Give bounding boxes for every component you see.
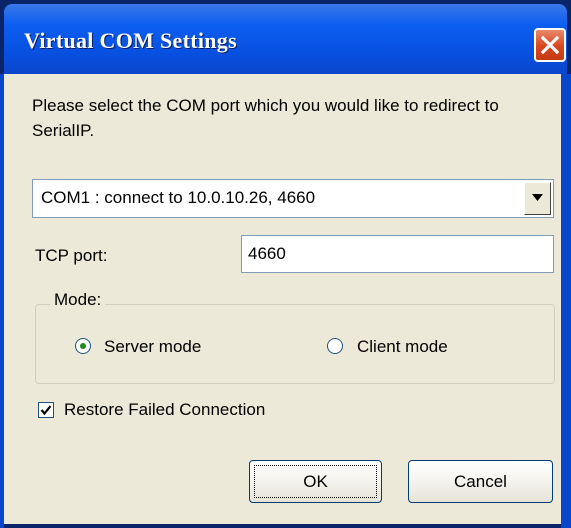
restore-connection-label[interactable]: Restore Failed Connection xyxy=(64,400,265,420)
focus-ring xyxy=(254,465,377,498)
mode-label: Mode: xyxy=(50,290,106,310)
close-icon xyxy=(540,35,560,55)
dropdown-button[interactable] xyxy=(524,182,551,215)
checkmark-icon xyxy=(40,405,52,416)
client-mode-radio[interactable] xyxy=(327,338,343,354)
radio-selected-dot xyxy=(80,343,86,349)
com-port-dropdown[interactable]: COM1 : connect to 10.0.10.26, 4660 xyxy=(32,179,554,218)
window-border-right xyxy=(561,74,571,528)
server-mode-radio[interactable] xyxy=(75,338,91,354)
instruction-text: Please select the COM port which you wou… xyxy=(32,96,499,140)
dialog-window: Virtual COM Settings Please select the C… xyxy=(0,0,571,528)
com-port-selected: COM1 : connect to 10.0.10.26, 4660 xyxy=(41,188,316,207)
ok-button[interactable]: OK xyxy=(249,460,382,503)
close-button[interactable] xyxy=(534,28,566,62)
server-mode-label[interactable]: Server mode xyxy=(104,337,201,357)
tcp-port-label: TCP port: xyxy=(35,246,108,265)
cancel-button[interactable]: Cancel xyxy=(408,460,553,503)
window-title: Virtual COM Settings xyxy=(24,28,237,53)
client-mode-label[interactable]: Client mode xyxy=(357,337,448,357)
title-bar[interactable]: Virtual COM Settings xyxy=(4,4,567,74)
restore-connection-checkbox[interactable] xyxy=(38,402,54,418)
chevron-down-icon xyxy=(532,194,543,201)
tcp-port-input[interactable] xyxy=(241,235,554,273)
